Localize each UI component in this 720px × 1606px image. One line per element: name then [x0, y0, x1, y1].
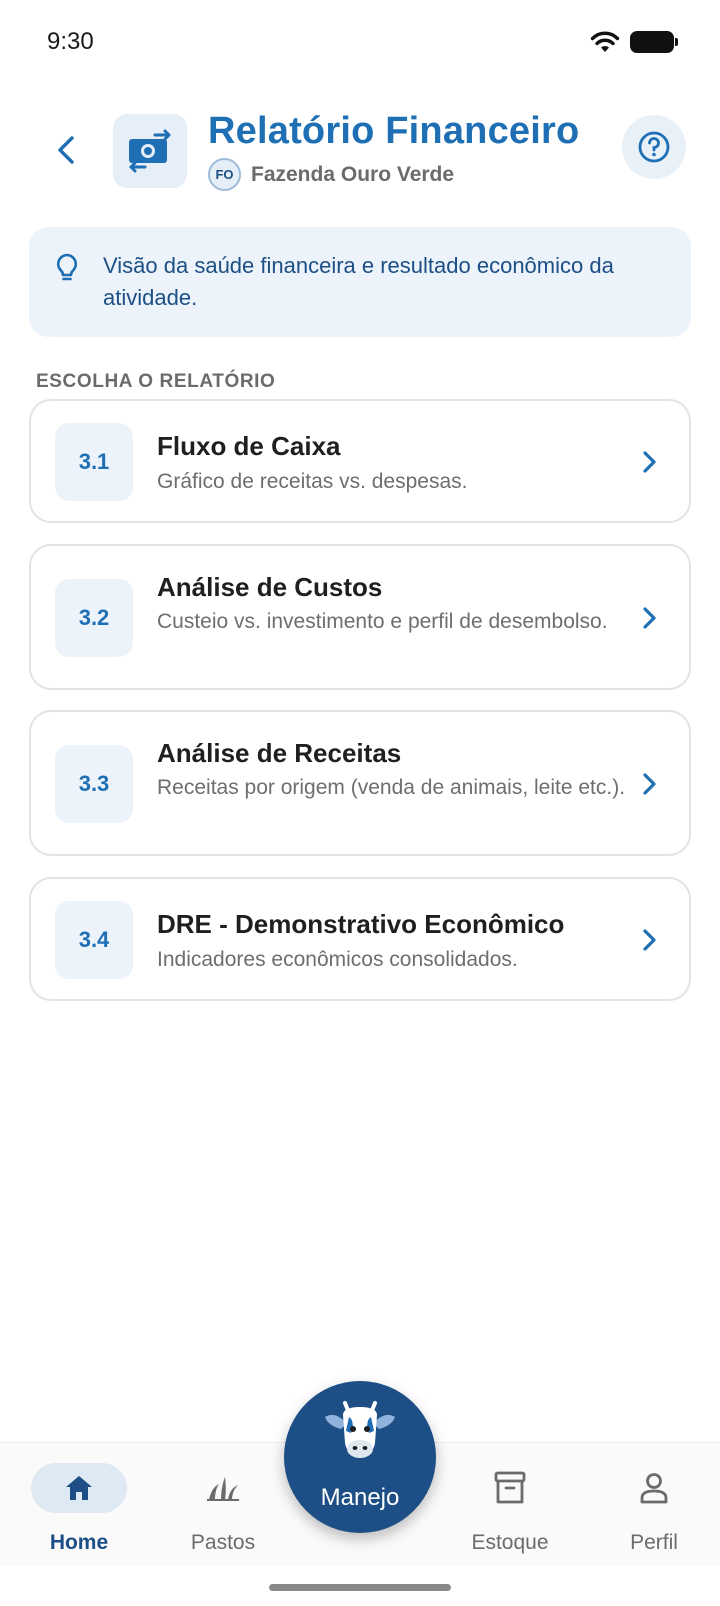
section-label: ESCOLHA O RELATÓRIO [36, 371, 276, 392]
nav-label: Perfil [630, 1531, 678, 1554]
chevron-right-icon [643, 607, 656, 629]
report-description: Gráfico de receitas vs. despesas. [157, 470, 468, 493]
report-title: Análise de Custos [157, 572, 383, 602]
report-title: Análise de Receitas [157, 738, 402, 768]
report-number: 3.4 [55, 901, 133, 979]
status-icons [590, 30, 678, 54]
home-indicator [269, 1584, 451, 1591]
battery-icon [630, 31, 678, 53]
farm-selector: FO Fazenda Ouro Verde [208, 158, 454, 191]
report-card-analise-de-custos[interactable]: 3.2 Análise de Custos Custeio vs. invest… [29, 544, 691, 690]
report-title: Fluxo de Caixa [157, 431, 341, 461]
report-number: 3.3 [55, 745, 133, 823]
help-icon [638, 131, 670, 163]
report-card-fluxo-de-caixa[interactable]: 3.1 Fluxo de Caixa Gráfico de receitas v… [29, 399, 691, 523]
report-description: Custeio vs. investimento e perfil de des… [157, 610, 608, 633]
chevron-right-icon [643, 773, 656, 795]
cow-icon [325, 1401, 395, 1458]
help-button[interactable] [622, 115, 686, 179]
nav-item-estoque[interactable]: Estoque [445, 1443, 575, 1567]
page-title: Relatório Financeiro [208, 110, 580, 152]
nav-label: Pastos [190, 1531, 256, 1554]
farm-avatar: FO [208, 158, 241, 191]
nav-item-home[interactable]: Home [14, 1443, 144, 1567]
chevron-right-icon [643, 929, 656, 951]
report-description: Indicadores econômicos consolidados. [157, 948, 518, 971]
nav-label: Home [49, 1531, 109, 1554]
back-button[interactable] [48, 130, 84, 170]
status-bar: 9:30 [0, 0, 720, 90]
status-time: 9:30 [47, 28, 94, 55]
home-icon [31, 1463, 127, 1513]
report-card-analise-de-receitas[interactable]: 3.3 Análise de Receitas Receitas por ori… [29, 710, 691, 856]
report-description: Receitas por origem (venda de animais, l… [157, 776, 626, 799]
wifi-icon [590, 31, 620, 52]
nav-item-pastos[interactable]: Pastos [158, 1443, 288, 1567]
info-text: Visão da saúde financeira e resultado ec… [103, 253, 614, 310]
money-transfer-icon [113, 114, 187, 188]
report-number: 3.1 [55, 423, 133, 501]
report-title: DRE - Demonstrativo Econômico [157, 909, 565, 939]
manejo-button[interactable]: Manejo [284, 1381, 436, 1533]
person-icon [606, 1463, 702, 1513]
lightbulb-icon [56, 253, 78, 281]
nav-item-perfil[interactable]: Perfil [589, 1443, 719, 1567]
archive-icon [462, 1463, 558, 1513]
chevron-left-icon [58, 136, 74, 164]
farm-name: Fazenda Ouro Verde [251, 162, 455, 186]
nav-label: Estoque [471, 1531, 549, 1554]
report-number: 3.2 [55, 579, 133, 657]
grass-icon [175, 1463, 271, 1513]
info-banner: Visão da saúde financeira e resultado ec… [29, 227, 691, 337]
chevron-right-icon [643, 451, 656, 473]
report-card-dre[interactable]: 3.4 DRE - Demonstrativo Econômico Indica… [29, 877, 691, 1001]
manejo-label: Manejo [320, 1484, 400, 1511]
header: Relatório Financeiro FO Fazenda Ouro Ver… [0, 110, 720, 191]
